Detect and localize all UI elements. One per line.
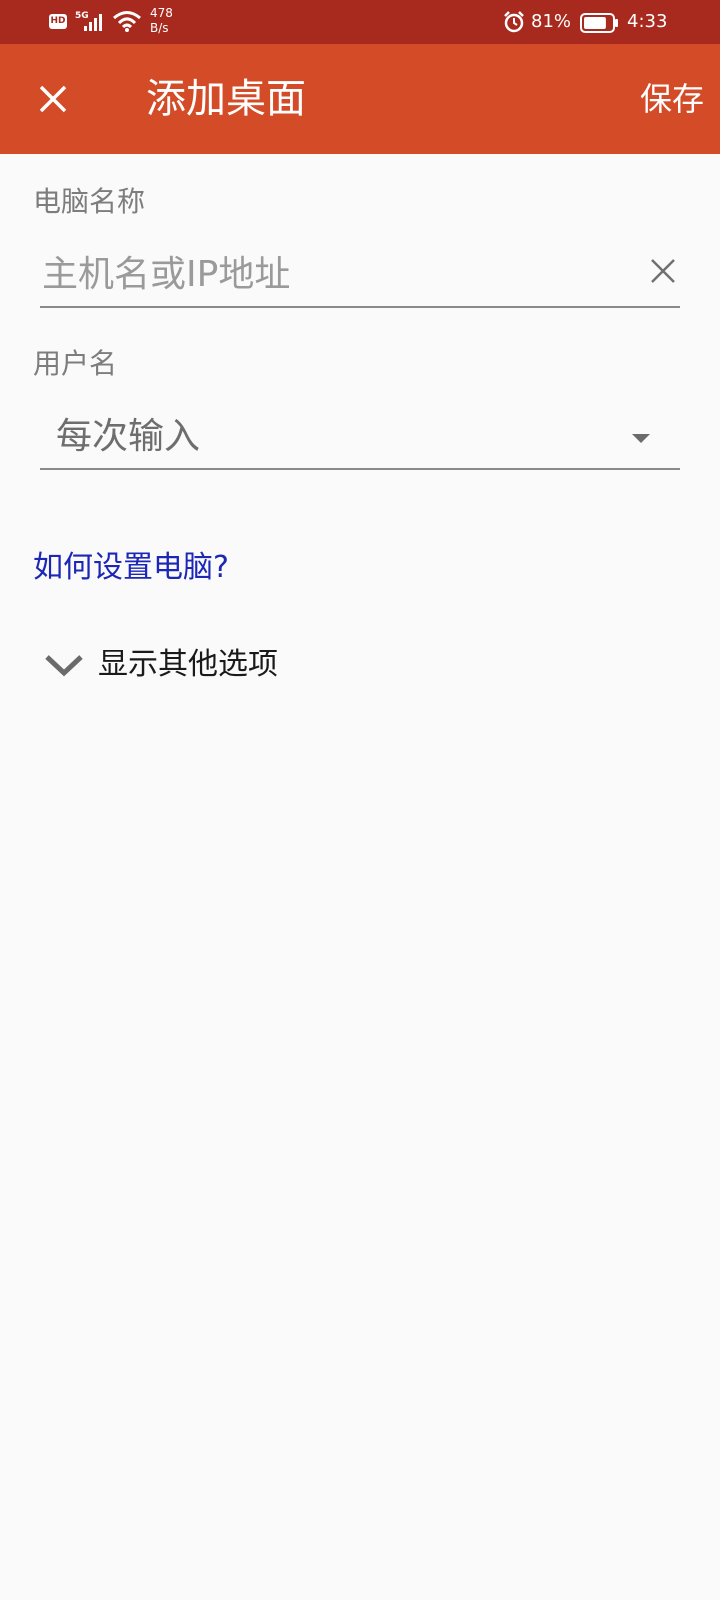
clear-button[interactable] [646,254,680,288]
close-button[interactable] [30,76,76,122]
clear-icon [651,259,675,283]
pc-name-field[interactable]: 主机名或IP地址 [40,244,680,308]
battery-icon [580,13,618,33]
battery-percent: 81% [531,11,572,32]
more-options-toggle[interactable]: 显示其他选项 [44,645,278,685]
status-bar: HD 5G 478 B/s 81% 4:33 [0,0,720,44]
username-label: 用户名 [33,347,118,380]
pc-name-label: 电脑名称 [33,185,146,218]
hd-badge: HD [49,14,67,29]
wifi-icon [113,11,141,32]
cellular-signal-icon [84,14,102,31]
page-title: 添加桌面 [146,76,306,122]
save-button[interactable]: 保存 [640,78,704,120]
clock: 4:33 [627,11,668,32]
app-bar: 添加桌面 保存 [0,44,720,154]
alarm-icon [504,11,524,33]
network-speed: 478 B/s [150,6,173,35]
close-icon [39,85,67,113]
username-value: 每次输入 [56,416,201,457]
username-dropdown[interactable]: 每次输入 [40,406,680,470]
chevron-down-icon [45,655,83,677]
help-link[interactable]: 如何设置电脑? [33,548,229,588]
more-options-label: 显示其他选项 [98,647,278,682]
pc-name-placeholder: 主机名或IP地址 [42,254,291,295]
dropdown-arrow-icon [632,434,650,443]
